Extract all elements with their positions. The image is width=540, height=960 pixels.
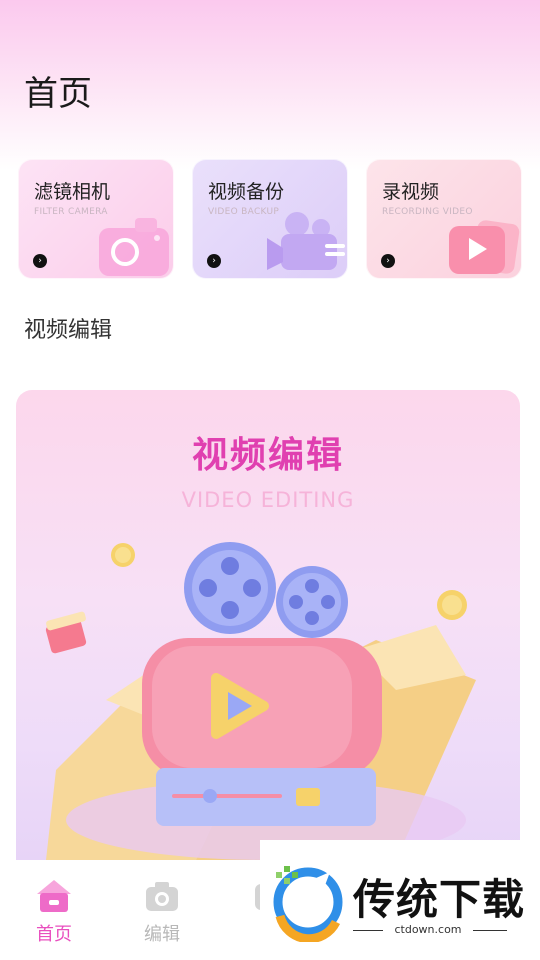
- card-title: 视频备份: [208, 181, 285, 203]
- banner-subtitle: VIDEO EDITING: [181, 488, 355, 512]
- filter-camera-card[interactable]: 滤镜相机 FILTER CAMERA ›: [18, 159, 174, 279]
- feature-cards: 滤镜相机 FILTER CAMERA › 视频备份 VIDEO BACKUP ›…: [18, 159, 522, 279]
- logo-icon: [273, 866, 343, 942]
- watermark-overlay: 传统下载 ctdown.com: [260, 840, 540, 960]
- tab-edit[interactable]: 编辑: [122, 860, 202, 960]
- camera-icon: [99, 218, 169, 276]
- page-title: 首页: [24, 74, 92, 114]
- arrow-right-icon[interactable]: ›: [33, 254, 47, 268]
- card-title: 录视频: [382, 181, 440, 203]
- video-editing-banner[interactable]: 视频编辑 VIDEO EDITING: [16, 390, 520, 860]
- video-camera-icon: [267, 212, 345, 270]
- camera-icon: [146, 882, 178, 911]
- watermark-brand: 传统下载: [353, 875, 526, 924]
- tab-label: 编辑: [144, 924, 180, 945]
- video-backup-card[interactable]: 视频备份 VIDEO BACKUP ›: [192, 159, 348, 279]
- arrow-right-icon[interactable]: ›: [207, 254, 221, 268]
- section-title: 视频编辑: [24, 318, 113, 343]
- arrow-right-icon[interactable]: ›: [381, 254, 395, 268]
- card-title: 滤镜相机: [34, 181, 111, 203]
- play-icon: [449, 220, 520, 274]
- banner-title: 视频编辑: [191, 435, 344, 476]
- divider: [473, 930, 507, 931]
- tab-label: 首页: [36, 924, 72, 945]
- home-icon: [37, 880, 71, 912]
- tab-home[interactable]: 首页: [14, 860, 94, 960]
- record-video-card[interactable]: 录视频 RECORDING VIDEO ›: [366, 159, 522, 279]
